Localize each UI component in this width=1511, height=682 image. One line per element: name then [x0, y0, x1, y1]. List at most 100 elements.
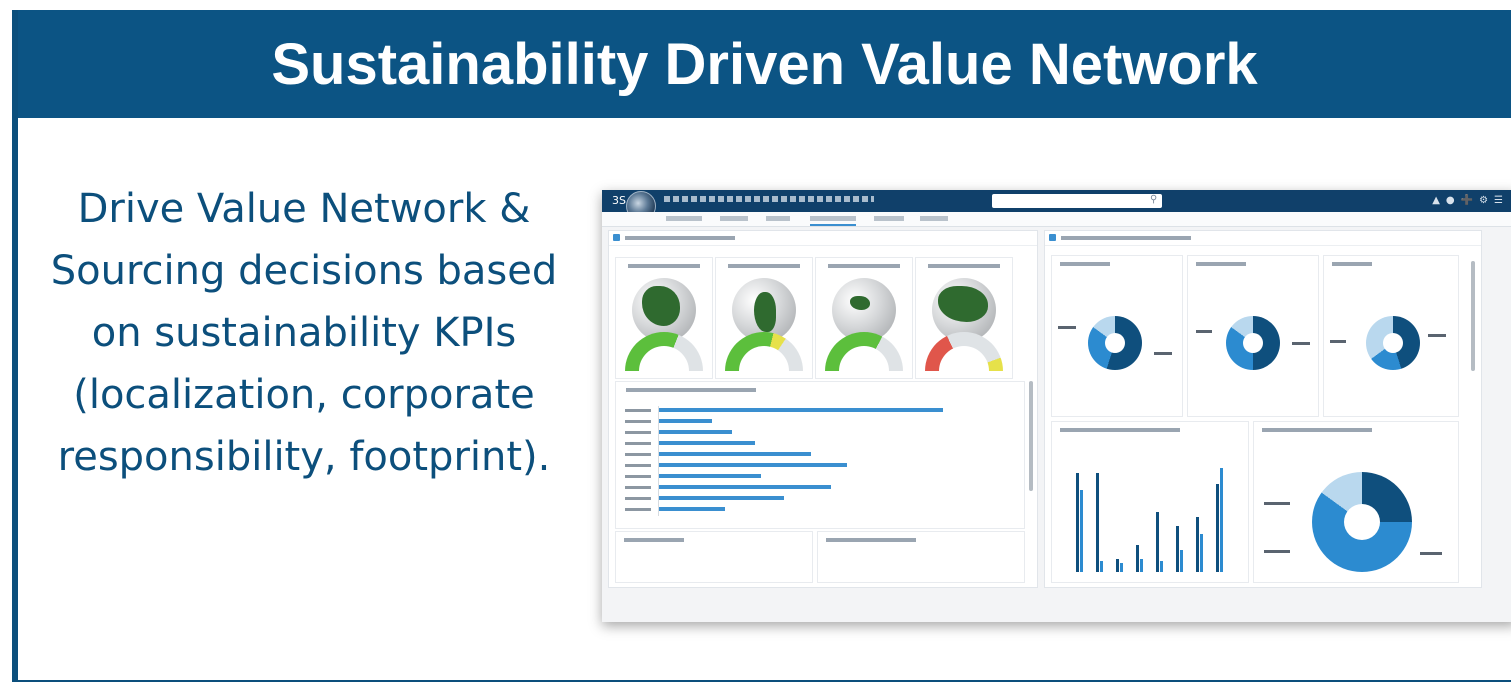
hbar-category-label	[625, 431, 651, 434]
hbar-category-label	[625, 497, 651, 500]
left-panel	[608, 230, 1038, 588]
vbar	[1096, 473, 1099, 572]
hbar	[659, 485, 831, 489]
chart-label	[1196, 330, 1212, 333]
chart-label	[1420, 552, 1442, 555]
chart-label	[1428, 334, 1446, 337]
tab[interactable]	[720, 216, 748, 221]
scrollbar[interactable]	[1029, 381, 1033, 491]
description-line: Drive Value Network &	[77, 186, 531, 232]
search-icon[interactable]: ⚲	[1150, 194, 1157, 205]
kpi-card-asia	[915, 257, 1013, 379]
search-input[interactable]	[992, 194, 1162, 208]
toolbar-icons[interactable]: ▲●➕⚙☰	[1432, 195, 1509, 206]
hbar	[659, 507, 725, 511]
donut-card-3	[1323, 255, 1459, 417]
app-top-bar: 3S ⚲ ▲●➕⚙☰	[602, 190, 1511, 221]
description-text: Drive Value Network & Sourcing decisions…	[24, 178, 584, 488]
gauge-chart	[925, 332, 1003, 371]
vbar	[1176, 525, 1179, 572]
donut-chart	[1226, 316, 1280, 370]
slide: Sustainability Driven Value Network Driv…	[12, 10, 1511, 682]
tab[interactable]	[874, 216, 904, 221]
scrollbar[interactable]	[1471, 261, 1475, 371]
vbar	[1156, 511, 1159, 572]
large-donut-card	[1253, 421, 1459, 583]
hbar	[659, 419, 712, 423]
hbar-category-label	[625, 486, 651, 489]
description-line: responsibility, footprint).	[57, 434, 551, 480]
tab[interactable]	[810, 216, 856, 221]
chart-label	[1154, 352, 1172, 355]
breadcrumb	[664, 196, 874, 202]
panel-header	[1045, 231, 1481, 246]
description-line: (localization, corporate	[73, 372, 535, 418]
vbar	[1076, 473, 1079, 572]
vbar-chart	[1076, 446, 1240, 576]
vbar	[1216, 484, 1219, 572]
tab[interactable]	[766, 216, 790, 221]
card-title	[928, 264, 1000, 268]
card-title	[1262, 428, 1372, 432]
vbar	[1180, 550, 1183, 572]
panel-title	[1061, 236, 1191, 240]
hbar-category-label	[625, 420, 651, 423]
panel-header	[609, 231, 1037, 246]
hbar-category-label	[625, 442, 651, 445]
vbar-chart-card	[1051, 421, 1249, 583]
footer-note	[602, 606, 1511, 622]
hbar-chart-card	[615, 381, 1025, 529]
vbar	[1100, 561, 1103, 572]
gauge-chart	[625, 332, 703, 371]
chart-label	[1058, 326, 1076, 329]
bottom-card-left	[615, 531, 813, 583]
chart-label	[1330, 340, 1346, 343]
hbar	[659, 496, 785, 500]
vbar	[1120, 563, 1123, 572]
3ds-logo-icon[interactable]: 3S	[612, 194, 626, 207]
tab[interactable]	[666, 216, 702, 221]
vbar	[1080, 489, 1083, 572]
land	[938, 286, 988, 322]
chart-label	[1264, 502, 1290, 505]
hbar-category-label	[625, 464, 651, 467]
donut-chart	[1312, 472, 1412, 572]
donut-card-1	[1051, 255, 1183, 417]
hbar	[659, 441, 755, 445]
description-line: Sourcing decisions based	[50, 248, 558, 294]
hbar-chart	[625, 406, 999, 516]
card-title	[1196, 262, 1246, 266]
dashboard-screenshot: 3S ⚲ ▲●➕⚙☰	[602, 190, 1511, 622]
vbar	[1160, 561, 1163, 572]
tab[interactable]	[920, 216, 948, 221]
panel-icon	[613, 234, 620, 241]
description-line: on sustainability KPIs	[91, 310, 517, 356]
card-title	[1060, 262, 1110, 266]
kpi-card-europe	[815, 257, 913, 379]
chart-label	[1264, 550, 1290, 553]
slide-title: Sustainability Driven Value Network	[271, 31, 1258, 97]
chart-label	[1292, 342, 1310, 345]
hbar-category-label	[625, 475, 651, 478]
panel-title	[625, 236, 735, 240]
hbar	[659, 452, 811, 456]
hbar	[659, 408, 943, 412]
panel-icon	[1049, 234, 1056, 241]
card-title	[624, 538, 684, 542]
land	[850, 296, 870, 310]
kpi-card-south-america	[715, 257, 813, 379]
hbar-category-label	[625, 409, 651, 412]
card-title	[626, 388, 756, 392]
bottom-card-right	[817, 531, 1025, 583]
card-title	[826, 538, 916, 542]
kpi-card-north-america	[615, 257, 713, 379]
donut-chart	[1088, 316, 1142, 370]
hbar	[659, 430, 732, 434]
card-title	[828, 264, 900, 268]
tab-bar	[602, 212, 1511, 227]
donut-card-2	[1187, 255, 1319, 417]
card-title	[1332, 262, 1372, 266]
active-tab-indicator	[810, 224, 856, 226]
card-title	[1060, 428, 1180, 432]
hbar-category-label	[625, 453, 651, 456]
